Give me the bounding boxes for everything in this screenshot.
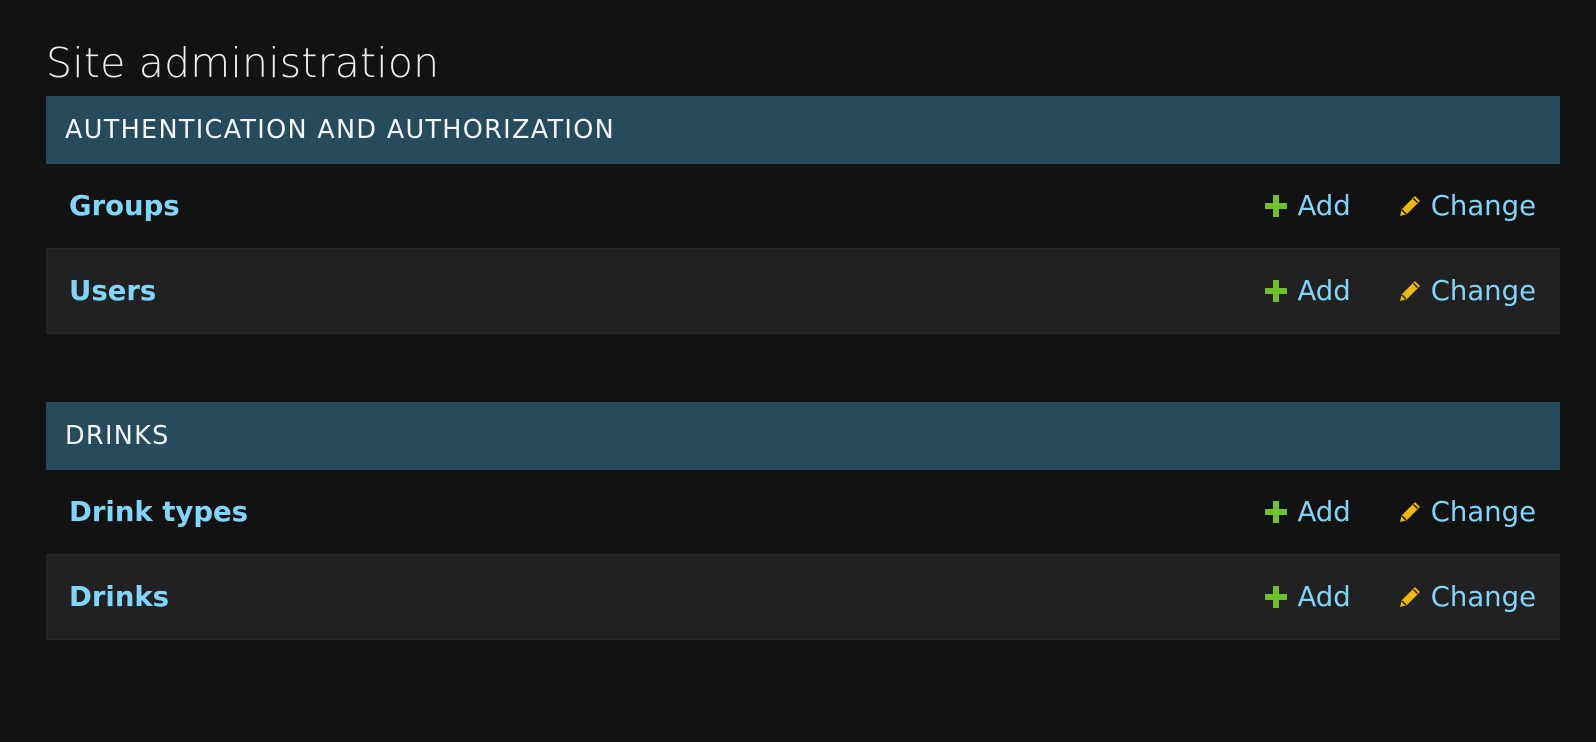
plus-icon	[1263, 193, 1289, 219]
pencil-icon	[1397, 499, 1423, 525]
change-groups-button[interactable]: Change	[1397, 190, 1536, 222]
module-caption-label: DRINKS	[65, 421, 170, 451]
module-caption: DRINKS	[46, 402, 1560, 470]
module-auth: AUTHENTICATION AND AUTHORIZATION Groups …	[46, 96, 1560, 334]
change-label: Change	[1430, 190, 1536, 222]
row-actions: Add Change	[1263, 581, 1536, 613]
pencil-icon	[1397, 584, 1423, 610]
module-drinks: DRINKS Drink types Add Change Drinks Add…	[46, 402, 1560, 640]
module-caption: AUTHENTICATION AND AUTHORIZATION	[46, 96, 1560, 164]
add-label: Add	[1297, 496, 1351, 528]
model-link-groups[interactable]: Groups	[69, 190, 1263, 222]
add-label: Add	[1297, 581, 1351, 613]
change-drinks-button[interactable]: Change	[1397, 581, 1536, 613]
change-users-button[interactable]: Change	[1397, 275, 1536, 307]
admin-page: Site administration AUTHENTICATION AND A…	[0, 0, 1596, 742]
model-row-groups: Groups Add Change	[46, 164, 1560, 249]
change-label: Change	[1430, 581, 1536, 613]
change-drink-types-button[interactable]: Change	[1397, 496, 1536, 528]
module-caption-label: AUTHENTICATION AND AUTHORIZATION	[65, 115, 615, 145]
plus-icon	[1263, 584, 1289, 610]
add-drinks-button[interactable]: Add	[1263, 581, 1351, 613]
row-actions: Add Change	[1263, 190, 1536, 222]
model-row-drink-types: Drink types Add Change	[46, 470, 1560, 555]
row-actions: Add Change	[1263, 275, 1536, 307]
change-label: Change	[1430, 496, 1536, 528]
pencil-icon	[1397, 193, 1423, 219]
plus-icon	[1263, 278, 1289, 304]
add-groups-button[interactable]: Add	[1263, 190, 1351, 222]
add-drink-types-button[interactable]: Add	[1263, 496, 1351, 528]
model-row-users: Users Add Change	[46, 249, 1560, 334]
page-title: Site administration	[46, 39, 440, 87]
add-label: Add	[1297, 275, 1351, 307]
model-row-drinks: Drinks Add Change	[46, 555, 1560, 640]
row-actions: Add Change	[1263, 496, 1536, 528]
model-link-users[interactable]: Users	[69, 275, 1263, 307]
plus-icon	[1263, 499, 1289, 525]
add-label: Add	[1297, 190, 1351, 222]
model-link-drinks[interactable]: Drinks	[69, 581, 1263, 613]
change-label: Change	[1430, 275, 1536, 307]
pencil-icon	[1397, 278, 1423, 304]
model-link-drink-types[interactable]: Drink types	[69, 496, 1263, 528]
add-users-button[interactable]: Add	[1263, 275, 1351, 307]
